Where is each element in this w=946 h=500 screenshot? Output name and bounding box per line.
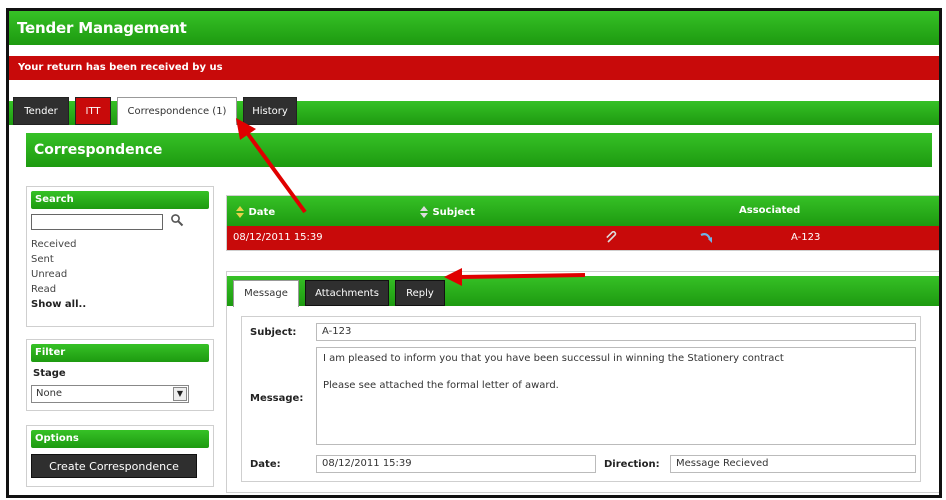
direction-field[interactable]: Message Recieved [670, 455, 916, 473]
reply-arrow-icon[interactable] [699, 231, 715, 245]
tab-attachments[interactable]: Attachments [305, 280, 389, 306]
message-body-line-2: Please see attached the formal letter of… [323, 380, 559, 391]
search-link-sent[interactable]: Sent [31, 252, 209, 267]
grid-header: Date Subject Associated [227, 196, 939, 226]
detail-tab-strip: Message Attachments Reply [227, 272, 939, 308]
tab-message[interactable]: Message [233, 280, 299, 307]
paperclip-icon[interactable] [605, 231, 619, 245]
column-date-label: Date [248, 207, 276, 218]
search-link-received[interactable]: Received [31, 237, 209, 252]
section-title: Correspondence [34, 142, 163, 158]
stage-select-value: None [36, 388, 63, 399]
section-header: Correspondence [26, 133, 932, 167]
date-label: Date: [250, 459, 281, 470]
column-subject[interactable]: Subject [419, 205, 475, 219]
main-content: Correspondence Search Received Sent Unre… [26, 133, 939, 493]
table-row[interactable]: 08/12/2011 15:39 A-123 [227, 226, 939, 250]
tab-itt[interactable]: ITT [75, 97, 111, 125]
chevron-down-icon[interactable]: ▼ [173, 387, 187, 401]
column-date[interactable]: Date [235, 205, 275, 219]
options-panel-title: Options [31, 430, 209, 448]
main-tab-strip: Tender ITT Correspondence (1) History [9, 97, 939, 125]
filter-panel-title: Filter [31, 344, 209, 362]
subject-field[interactable]: A-123 [316, 323, 916, 341]
search-input[interactable] [31, 214, 163, 230]
correspondence-grid: Date Subject Associated 08/12/2011 15:39 [226, 195, 939, 251]
alert-banner: Your return has been received by us [9, 56, 939, 80]
stage-select[interactable]: None ▼ [31, 385, 189, 403]
sort-icon [236, 206, 244, 218]
column-associated-label: Associated [739, 205, 801, 216]
options-panel: Options Create Correspondence [26, 425, 214, 487]
direction-label: Direction: [604, 459, 660, 470]
tab-correspondence[interactable]: Correspondence (1) [117, 97, 237, 125]
subject-label: Subject: [250, 327, 297, 338]
sort-icon [420, 206, 428, 218]
stage-label: Stage [33, 368, 66, 379]
create-correspondence-button[interactable]: Create Correspondence [31, 454, 197, 478]
alert-message: Your return has been received by us [18, 62, 223, 73]
row-date: 08/12/2011 15:39 [233, 232, 323, 243]
message-body-field[interactable]: I am pleased to inform you that you have… [316, 347, 916, 445]
search-row [31, 213, 209, 233]
tab-history[interactable]: History [243, 97, 297, 125]
app-title: Tender Management [17, 19, 187, 37]
tab-reply[interactable]: Reply [395, 280, 445, 306]
column-associated[interactable]: Associated [739, 205, 800, 216]
date-field[interactable]: 08/12/2011 15:39 [316, 455, 596, 473]
search-link-unread[interactable]: Unread [31, 267, 209, 282]
tab-tender[interactable]: Tender [13, 97, 69, 125]
filter-panel: Filter Stage None ▼ [26, 339, 214, 411]
column-subject-label: Subject [432, 207, 475, 218]
search-link-show-all[interactable]: Show all.. [31, 297, 209, 312]
message-body-line-1: I am pleased to inform you that you have… [323, 353, 784, 364]
search-icon[interactable] [170, 213, 184, 227]
message-form: Subject: A-123 Message: I am pleased to … [241, 316, 921, 482]
search-link-read[interactable]: Read [31, 282, 209, 297]
search-panel: Search Received Sent Unread Read Show al… [26, 186, 214, 327]
row-associated: A-123 [791, 232, 821, 243]
message-label: Message: [250, 393, 304, 404]
app-header: Tender Management [9, 11, 939, 45]
search-panel-title: Search [31, 191, 209, 209]
app-window: Tender Management Your return has been r… [6, 8, 942, 498]
message-detail-panel: Message Attachments Reply Subject: A-123… [226, 271, 939, 493]
